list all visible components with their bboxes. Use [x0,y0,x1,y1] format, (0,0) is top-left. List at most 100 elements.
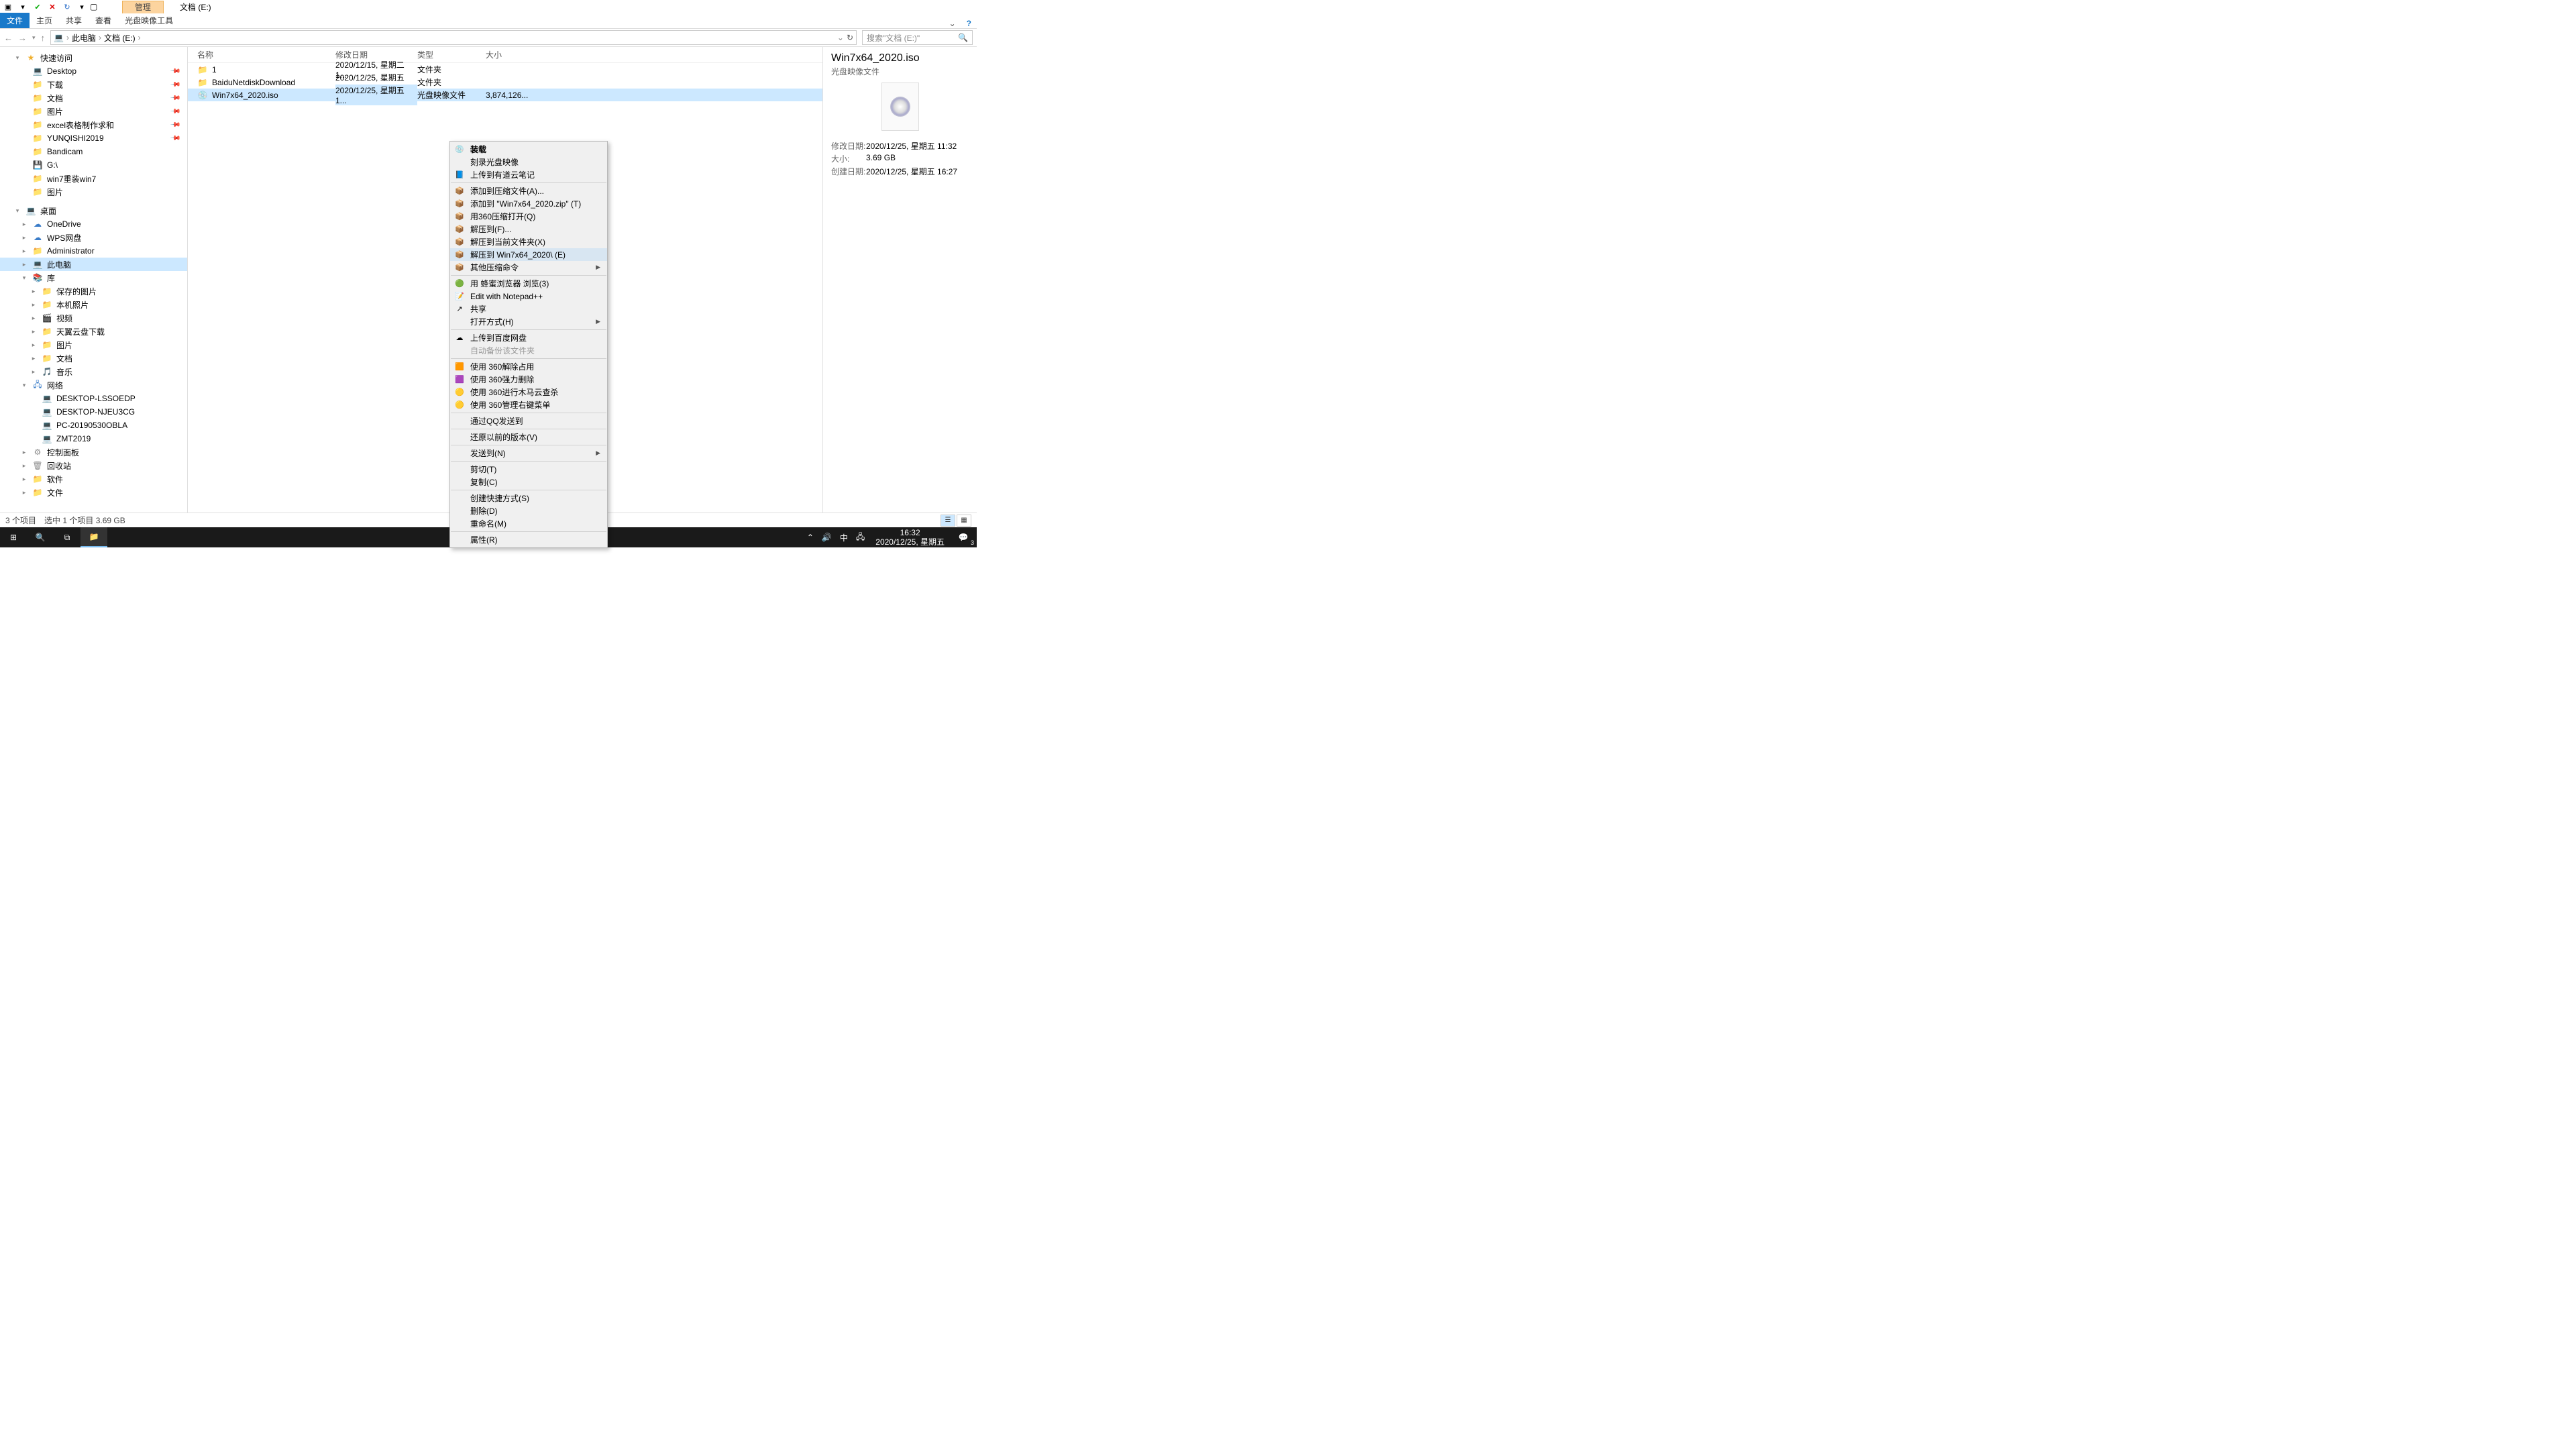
search-button[interactable]: 🔍 [27,527,54,547]
menu-item[interactable]: 🟪使用 360强力删除 [450,373,607,386]
menu-item[interactable]: 📦添加到 "Win7x64_2020.zip" (T) [450,197,607,210]
file-row[interactable]: 📁12020/12/15, 星期二 1...文件夹 [188,63,822,76]
tree-item[interactable]: ▾📚库 [0,271,187,284]
breadcrumb-item[interactable]: 此电脑 [72,32,96,44]
menu-item[interactable]: 🟡使用 360管理右键菜单 [450,398,607,411]
menu-item[interactable]: 打开方式(H)▶ [450,315,607,328]
taskbar-clock[interactable]: 16:32 2020/12/25, 星期五 [870,528,950,547]
help-icon[interactable]: ? [961,19,977,28]
search-icon[interactable]: 🔍 [958,33,968,42]
action-center-button[interactable]: 💬3 [950,527,977,547]
menu-item[interactable]: 发送到(N)▶ [450,447,607,460]
ribbon-tab-home[interactable]: 主页 [30,13,59,28]
menu-item[interactable]: ☁上传到百度网盘 [450,331,607,344]
tree-item[interactable]: 📁图片 [0,185,187,199]
tree-item[interactable]: ▸📁文件 [0,486,187,499]
refresh-icon[interactable]: ↻ [847,33,853,42]
qat-check-icon[interactable]: ✔ [32,1,43,12]
tree-item[interactable]: 💻DESKTOP-NJEU3CG [0,405,187,419]
menu-item[interactable]: 📦添加到压缩文件(A)... [450,184,607,197]
tree-item[interactable]: ▸🎬视频 [0,311,187,325]
menu-item[interactable]: 📦解压到(F)... [450,223,607,235]
tree-item[interactable]: 💻DESKTOP-LSSOEDP [0,392,187,405]
menu-item[interactable]: 📦解压到 Win7x64_2020\ (E) [450,248,607,261]
menu-item[interactable]: 复制(C) [450,476,607,488]
network-icon[interactable]: 🖧 [856,531,865,545]
tree-item[interactable]: ▸📁本机照片 [0,298,187,311]
menu-item[interactable]: 🟢用 蜂蜜浏览器 浏览(3) [450,277,607,290]
qat-down-icon[interactable]: ▾ [17,1,28,12]
menu-item[interactable]: 通过QQ发送到 [450,415,607,427]
chevron-right-icon[interactable]: › [66,33,69,42]
ribbon-tab-share[interactable]: 共享 [59,13,89,28]
view-icons-button[interactable]: ▦ [957,515,971,527]
menu-item[interactable]: 创建快捷方式(S) [450,492,607,504]
qat-sync-icon[interactable]: ↻ [62,1,72,12]
qat-more-icon[interactable]: ▾ [76,1,87,12]
tree-item[interactable]: ▸📁文档 [0,352,187,365]
tree-item[interactable]: 💻ZMT2019 [0,432,187,445]
menu-item[interactable]: 剪切(T) [450,463,607,476]
ribbon-tab-disc-tools[interactable]: 光盘映像工具 [118,13,180,28]
breadcrumb-item[interactable]: 文档 (E:) [104,32,136,44]
tree-item[interactable]: ▸☁OneDrive [0,217,187,231]
view-details-button[interactable]: ☰ [941,515,955,527]
file-row[interactable]: 📁BaiduNetdiskDownload2020/12/25, 星期五 1..… [188,76,822,89]
chevron-right-icon[interactable]: › [138,33,141,42]
search-input[interactable]: 搜索"文档 (E:)" 🔍 [862,30,973,45]
chevron-right-icon[interactable]: › [99,33,101,42]
column-name[interactable]: 名称 [188,49,335,60]
nav-forward-button[interactable]: → [18,33,27,43]
menu-item[interactable]: 💿装载 [450,143,607,156]
menu-item[interactable]: 📦用360压缩打开(Q) [450,210,607,223]
tree-item[interactable]: ▾🖧网络 [0,378,187,392]
tree-item[interactable]: 📁win7重装win7 [0,172,187,185]
volume-icon[interactable]: 🔊 [822,533,832,542]
tree-item[interactable]: ▸🎵音乐 [0,365,187,378]
menu-item[interactable]: 还原以前的版本(V) [450,431,607,443]
menu-item[interactable]: ↗共享 [450,303,607,315]
tree-item[interactable]: ▸📁软件 [0,472,187,486]
tray-expand-icon[interactable]: ⌃ [807,533,814,542]
menu-item[interactable]: 刻录光盘映像 [450,156,607,168]
tree-item[interactable]: 💻PC-20190530OBLA [0,419,187,432]
menu-item[interactable]: 📝Edit with Notepad++ [450,290,607,303]
tree-item[interactable]: 📁图片📌 [0,105,187,118]
tree-item[interactable]: ▸💻此电脑 [0,258,187,271]
tree-item[interactable]: ▸☁WPS网盘 [0,231,187,244]
menu-item[interactable]: 删除(D) [450,504,607,517]
menu-item[interactable]: 🟡使用 360进行木马云查杀 [450,386,607,398]
menu-item[interactable]: 🟧使用 360解除占用 [450,360,607,373]
tree-item[interactable]: ▸🗑回收站 [0,459,187,472]
ribbon-expand-icon[interactable]: ⌄ [944,19,961,28]
tree-item[interactable]: 📁下载📌 [0,78,187,91]
tree-item[interactable]: ▸📁天翼云盘下载 [0,325,187,338]
menu-item[interactable]: 📦其他压缩命令▶ [450,261,607,274]
menu-item[interactable]: 属性(R) [450,533,607,546]
file-row[interactable]: 💿Win7x64_2020.iso2020/12/25, 星期五 1...光盘映… [188,89,822,101]
nav-up-button[interactable]: ↑ [41,33,46,43]
tree-item[interactable]: ▾💻桌面 [0,204,187,217]
breadcrumb-dropdown-icon[interactable]: ⌄ [837,33,844,42]
tree-item[interactable]: 💻Desktop📌 [0,64,187,78]
tree-item[interactable]: ▸📁Administrator [0,244,187,258]
nav-history-button[interactable]: ▾ [32,34,36,42]
menu-item[interactable]: 📘上传到有道云笔记 [450,168,607,181]
menu-item[interactable]: 📦解压到当前文件夹(X) [450,235,607,248]
breadcrumb[interactable]: 💻 › 此电脑 › 文档 (E:) › ⌄ ↻ [50,30,857,45]
tree-item[interactable]: 💾G:\ [0,158,187,172]
tree-item[interactable]: 📁YUNQISHI2019📌 [0,131,187,145]
column-type[interactable]: 类型 [417,49,486,60]
tree-item[interactable]: 📁excel表格制作求和📌 [0,118,187,131]
menu-item[interactable]: 重命名(M) [450,517,607,530]
start-button[interactable]: ⊞ [0,527,27,547]
task-view-button[interactable]: ⧉ [54,527,80,547]
nav-back-button[interactable]: ← [4,33,13,43]
tree-item[interactable]: ▸📁图片 [0,338,187,352]
ribbon-tab-file[interactable]: 文件 [0,13,30,28]
column-size[interactable]: 大小 [486,49,539,60]
ime-icon[interactable]: 中 [840,532,848,543]
tree-item[interactable]: 📁文档📌 [0,91,187,105]
tree-item[interactable]: ▾★快速访问 [0,51,187,64]
tree-item[interactable]: ▸⚙控制面板 [0,445,187,459]
